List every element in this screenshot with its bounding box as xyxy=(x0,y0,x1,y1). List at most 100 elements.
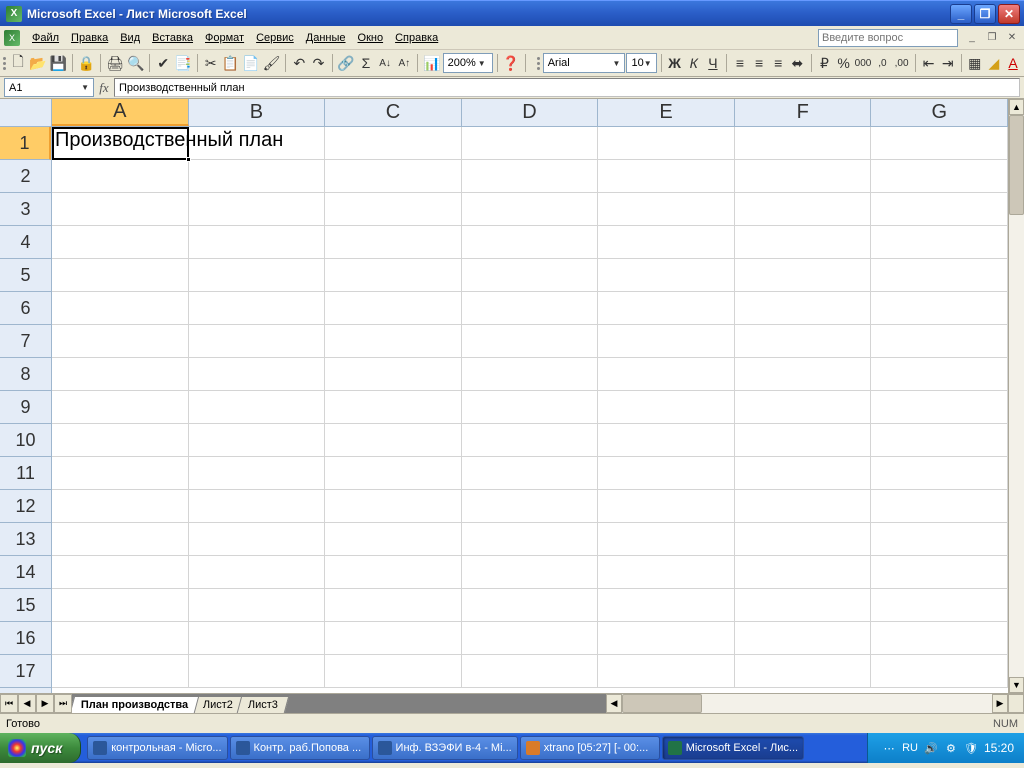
cell[interactable] xyxy=(325,226,462,259)
row-header-1[interactable]: 1 xyxy=(0,127,51,160)
sheet-tab-0[interactable]: План производства xyxy=(72,696,200,713)
research-button[interactable]: 📑 xyxy=(173,52,192,74)
cell[interactable] xyxy=(871,589,1008,622)
cell[interactable] xyxy=(462,160,599,193)
cell[interactable] xyxy=(462,127,599,160)
cell[interactable] xyxy=(598,391,735,424)
cell[interactable] xyxy=(189,655,326,688)
cell[interactable] xyxy=(462,193,599,226)
row-header-17[interactable]: 17 xyxy=(0,655,51,688)
cell[interactable] xyxy=(52,424,189,457)
maximize-button[interactable]: ❐ xyxy=(974,4,996,24)
select-all-corner[interactable] xyxy=(0,99,52,127)
menu-help[interactable]: Справка xyxy=(389,30,444,46)
percent-button[interactable]: % xyxy=(834,52,852,74)
cell[interactable] xyxy=(189,325,326,358)
cell[interactable] xyxy=(52,457,189,490)
cell[interactable] xyxy=(598,622,735,655)
col-header-G[interactable]: G xyxy=(871,99,1008,126)
save-button[interactable]: 💾 xyxy=(49,52,68,74)
vscroll-track[interactable] xyxy=(1009,115,1024,677)
fill-handle[interactable] xyxy=(186,157,191,162)
cell[interactable] xyxy=(735,226,872,259)
cell[interactable] xyxy=(189,556,326,589)
menu-window[interactable]: Окно xyxy=(352,30,390,46)
underline-button[interactable]: Ч xyxy=(704,52,722,74)
cell[interactable] xyxy=(325,391,462,424)
cell[interactable] xyxy=(325,259,462,292)
menu-format[interactable]: Формат xyxy=(199,30,250,46)
cell[interactable] xyxy=(52,325,189,358)
tray-icon-3[interactable]: ⚙ xyxy=(944,741,958,755)
cell[interactable] xyxy=(735,556,872,589)
italic-button[interactable]: К xyxy=(685,52,703,74)
cell[interactable] xyxy=(52,226,189,259)
cell[interactable] xyxy=(598,556,735,589)
cell[interactable] xyxy=(871,556,1008,589)
decrease-decimal-button[interactable]: ,00 xyxy=(893,52,911,74)
cell[interactable] xyxy=(598,523,735,556)
cell[interactable] xyxy=(462,457,599,490)
cell[interactable] xyxy=(871,325,1008,358)
scroll-right-button[interactable]: ▶ xyxy=(992,694,1008,713)
cell[interactable] xyxy=(462,358,599,391)
align-left-button[interactable]: ≡ xyxy=(731,52,749,74)
menu-insert[interactable]: Вставка xyxy=(146,30,199,46)
sort-desc-button[interactable]: A↑ xyxy=(395,52,413,74)
spelling-button[interactable]: ✔ xyxy=(154,52,172,74)
cell[interactable] xyxy=(598,655,735,688)
cell[interactable] xyxy=(735,655,872,688)
cell[interactable] xyxy=(735,193,872,226)
cell[interactable] xyxy=(189,193,326,226)
cell[interactable] xyxy=(871,523,1008,556)
menu-tools[interactable]: Сервис xyxy=(250,30,300,46)
cell[interactable] xyxy=(735,424,872,457)
scroll-left-button[interactable]: ◀ xyxy=(606,694,622,713)
cell[interactable] xyxy=(735,127,872,160)
row-header-8[interactable]: 8 xyxy=(0,358,51,391)
cell[interactable] xyxy=(871,655,1008,688)
hscroll-track[interactable] xyxy=(622,694,992,713)
row-header-5[interactable]: 5 xyxy=(0,259,51,292)
zoom-select[interactable]: 200%▼ xyxy=(443,53,493,73)
cell[interactable] xyxy=(462,523,599,556)
borders-button[interactable]: ▦ xyxy=(966,52,984,74)
cell[interactable] xyxy=(52,160,189,193)
cell[interactable] xyxy=(871,490,1008,523)
tab-nav-next[interactable]: ▶ xyxy=(36,694,54,713)
row-header-14[interactable]: 14 xyxy=(0,556,51,589)
taskbar-item-1[interactable]: Контр. раб.Попова ... xyxy=(230,736,370,760)
menu-edit[interactable]: Правка xyxy=(65,30,114,46)
cell[interactable] xyxy=(189,358,326,391)
tray-icon-2[interactable]: 🔊 xyxy=(924,741,938,755)
cell[interactable] xyxy=(871,424,1008,457)
paste-button[interactable]: 📄 xyxy=(241,52,260,74)
cell[interactable] xyxy=(189,226,326,259)
vertical-scrollbar[interactable]: ▲ ▼ xyxy=(1008,99,1024,693)
cell[interactable] xyxy=(735,490,872,523)
menu-file[interactable]: Файл xyxy=(26,30,65,46)
cell[interactable] xyxy=(189,160,326,193)
sort-asc-button[interactable]: A↓ xyxy=(376,52,394,74)
tray-icon-1[interactable]: ⋯ xyxy=(882,741,896,755)
col-header-C[interactable]: C xyxy=(325,99,462,126)
cell[interactable] xyxy=(52,655,189,688)
permissions-button[interactable]: 🔒 xyxy=(77,52,96,74)
hyperlink-button[interactable]: 🔗 xyxy=(336,52,355,74)
help-button[interactable]: ❓ xyxy=(501,52,520,74)
taskbar-item-4[interactable]: Microsoft Excel - Лис... xyxy=(662,736,804,760)
cell[interactable] xyxy=(189,424,326,457)
format-painter-button[interactable]: 🖌 xyxy=(262,52,282,74)
cell[interactable] xyxy=(325,457,462,490)
cell[interactable] xyxy=(598,490,735,523)
cell[interactable] xyxy=(325,325,462,358)
merge-center-button[interactable]: ⬌ xyxy=(788,52,806,74)
hscroll-thumb[interactable] xyxy=(622,694,702,713)
cell[interactable] xyxy=(52,193,189,226)
cell[interactable] xyxy=(871,127,1008,160)
fx-label[interactable]: fx xyxy=(94,80,114,96)
cell[interactable] xyxy=(325,655,462,688)
taskbar-item-0[interactable]: контрольная - Micro... xyxy=(87,736,227,760)
cell[interactable] xyxy=(325,622,462,655)
language-indicator[interactable]: RU xyxy=(902,742,918,754)
